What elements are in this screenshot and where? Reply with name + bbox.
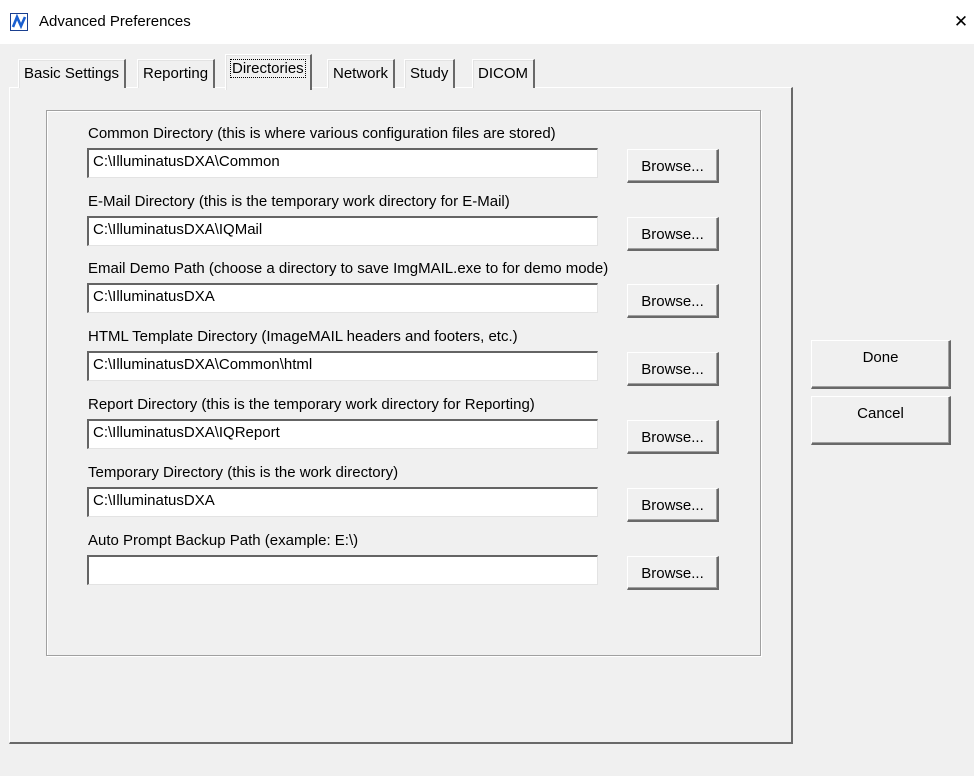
cancel-button[interactable]: Cancel — [811, 396, 951, 445]
temporary-directory-browse-button[interactable]: Browse... — [627, 488, 719, 522]
html-template-directory-label: HTML Template Directory (ImageMAIL heade… — [88, 328, 518, 345]
tab-label: Reporting — [143, 65, 209, 82]
tab-label: Study — [410, 65, 449, 82]
email-demo-path-input[interactable]: C:\IlluminatusDXA — [87, 283, 598, 313]
tab-study[interactable]: Study — [404, 59, 456, 88]
email-demo-path-label: Email Demo Path (choose a directory to s… — [88, 260, 609, 277]
window-title: Advanced Preferences — [39, 13, 191, 30]
temporary-directory-input[interactable]: C:\IlluminatusDXA — [87, 487, 598, 517]
advanced-preferences-window: Advanced Preferences ✕ Basic Settings Re… — [0, 0, 974, 776]
done-button[interactable]: Done — [811, 340, 951, 389]
common-directory-browse-button[interactable]: Browse... — [627, 149, 719, 183]
tab-reporting[interactable]: Reporting — [137, 59, 216, 88]
common-directory-input[interactable]: C:\IlluminatusDXA\Common — [87, 148, 598, 178]
title-bar: Advanced Preferences ✕ — [0, 0, 974, 44]
html-template-directory-browse-button[interactable]: Browse... — [627, 352, 719, 386]
email-demo-path-browse-button[interactable]: Browse... — [627, 284, 719, 318]
email-directory-input[interactable]: C:\IlluminatusDXA\IQMail — [87, 216, 598, 246]
email-directory-browse-button[interactable]: Browse... — [627, 217, 719, 251]
tab-label: Basic Settings — [24, 65, 120, 82]
tab-dicom[interactable]: DICOM — [472, 59, 535, 88]
tab-network[interactable]: Network — [327, 59, 396, 88]
report-directory-label: Report Directory (this is the temporary … — [88, 396, 535, 413]
tab-label: Network — [333, 65, 389, 82]
app-logo-icon — [10, 13, 28, 31]
tab-basic-settings[interactable]: Basic Settings — [18, 59, 127, 88]
email-directory-label: E-Mail Directory (this is the temporary … — [88, 193, 510, 210]
tab-directories[interactable]: Directories — [225, 54, 312, 90]
temporary-directory-label: Temporary Directory (this is the work di… — [88, 464, 399, 481]
auto-prompt-backup-path-browse-button[interactable]: Browse... — [627, 556, 719, 590]
tab-label: DICOM — [478, 65, 528, 82]
auto-prompt-backup-path-input[interactable] — [87, 555, 598, 585]
tab-label: Directories — [230, 59, 306, 78]
close-button[interactable]: ✕ — [948, 8, 974, 36]
html-template-directory-input[interactable]: C:\IlluminatusDXA\Common\html — [87, 351, 598, 381]
auto-prompt-backup-path-label: Auto Prompt Backup Path (example: E:\) — [88, 532, 359, 549]
report-directory-browse-button[interactable]: Browse... — [627, 420, 719, 454]
close-icon: ✕ — [953, 12, 969, 32]
report-directory-input[interactable]: C:\IlluminatusDXA\IQReport — [87, 419, 598, 449]
common-directory-label: Common Directory (this is where various … — [88, 125, 556, 142]
